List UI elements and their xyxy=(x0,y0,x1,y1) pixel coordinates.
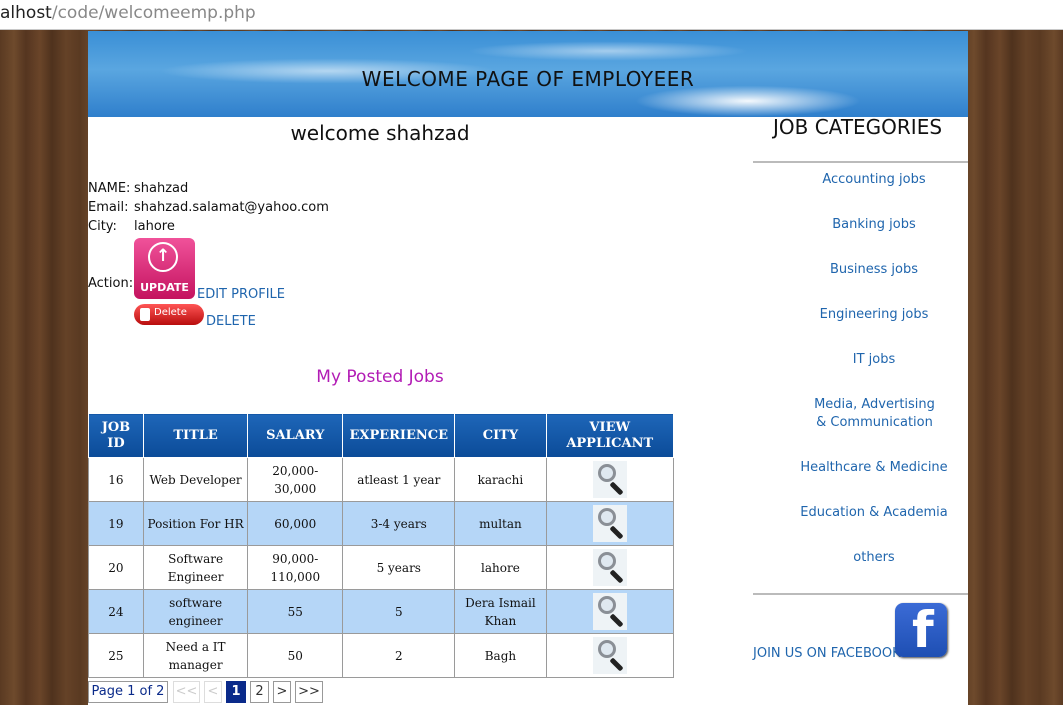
view-applicant-cell xyxy=(545,457,674,502)
page-2-button[interactable]: 2 xyxy=(250,681,269,703)
col-job-id: JOB ID xyxy=(88,413,144,458)
category-it[interactable]: IT jobs xyxy=(753,351,995,369)
name-label: NAME: xyxy=(88,181,131,196)
category-healthcare[interactable]: Healthcare & Medicine xyxy=(753,459,995,477)
category-business[interactable]: Business jobs xyxy=(753,261,995,279)
city-row: City: lahore xyxy=(88,219,175,234)
view-applicant-cell xyxy=(545,501,674,546)
job-city: Bagh xyxy=(454,633,547,678)
job-salary: 20,000-30,000 xyxy=(247,457,344,502)
welcome-prefix: welcome xyxy=(290,121,380,145)
job-id: 16 xyxy=(88,457,144,502)
col-title: TITLE xyxy=(142,413,249,458)
view-applicant-cell xyxy=(545,589,674,634)
prev-page-button[interactable]: < xyxy=(204,681,222,703)
job-salary: 50 xyxy=(247,633,344,678)
col-salary: SALARY xyxy=(247,413,344,458)
name-row: NAME: shahzad xyxy=(88,181,188,196)
table-header-row: JOB ID TITLE SALARY EXPERIENCE CITY VIEW… xyxy=(88,413,674,458)
view-applicant-cell xyxy=(545,633,674,678)
job-title: Software Engineer xyxy=(142,545,249,590)
table-row: 24 software engineer 55 5 Dera Ismail Kh… xyxy=(88,589,674,634)
table-row: 25 Need a IT manager 50 2 Bagh xyxy=(88,633,674,678)
job-experience: 3-4 years xyxy=(342,501,456,546)
facebook-icon[interactable]: f xyxy=(895,601,947,659)
next-page-button[interactable]: > xyxy=(273,681,291,703)
category-education[interactable]: Education & Academia xyxy=(753,504,995,522)
join-facebook-link[interactable]: JOIN US ON FACEBOOK xyxy=(753,646,901,661)
job-experience: 2 xyxy=(342,633,456,678)
page-info: Page 1 of 2 xyxy=(88,681,168,703)
delete-button-label: Delete xyxy=(154,307,187,318)
job-categories-title: JOB CATEGORIES xyxy=(773,115,943,139)
job-experience: 5 years xyxy=(342,545,456,590)
magnifier-icon[interactable] xyxy=(592,549,627,586)
email-value: shahzad.salamat@yahoo.com xyxy=(134,200,329,215)
table-row: 16 Web Developer 20,000-30,000 atleast 1… xyxy=(88,457,674,502)
job-city: Dera Ismail Khan xyxy=(454,589,547,634)
job-id: 24 xyxy=(88,589,144,634)
view-applicant-cell xyxy=(545,545,674,590)
job-id: 20 xyxy=(88,545,144,590)
trash-icon xyxy=(140,308,150,321)
job-city: karachi xyxy=(454,457,547,502)
edit-profile-link[interactable]: EDIT PROFILE xyxy=(197,287,285,302)
job-salary: 55 xyxy=(247,589,344,634)
city-label: City: xyxy=(88,219,117,234)
job-city: lahore xyxy=(454,545,547,590)
col-city: CITY xyxy=(454,413,547,458)
posted-jobs-table: JOB ID TITLE SALARY EXPERIENCE CITY VIEW… xyxy=(88,413,674,678)
table-row: 20 Software Engineer 90,000-110,000 5 ye… xyxy=(88,545,674,590)
job-salary: 90,000-110,000 xyxy=(247,545,344,590)
job-title: Web Developer xyxy=(142,457,249,502)
category-engineering[interactable]: Engineering jobs xyxy=(753,306,995,324)
job-title: Need a IT manager xyxy=(142,633,249,678)
delete-button[interactable]: Delete xyxy=(134,304,204,325)
email-label: Email: xyxy=(88,200,129,215)
magnifier-icon[interactable] xyxy=(592,461,627,498)
city-value: lahore xyxy=(134,219,175,234)
job-id: 25 xyxy=(88,633,144,678)
job-id: 19 xyxy=(88,501,144,546)
category-banking[interactable]: Banking jobs xyxy=(753,216,995,234)
delete-link[interactable]: DELETE xyxy=(206,314,256,329)
job-title: Position For HR xyxy=(142,501,249,546)
welcome-user-name: shahzad xyxy=(386,121,470,145)
col-experience: EXPERIENCE xyxy=(342,413,456,458)
job-experience: atleast 1 year xyxy=(342,457,456,502)
page-1-button[interactable]: 1 xyxy=(226,681,246,703)
update-button[interactable]: ↑ UPDATE xyxy=(134,238,195,299)
update-button-label: UPDATE xyxy=(140,281,189,294)
magnifier-icon[interactable] xyxy=(592,593,627,630)
job-title: software engineer xyxy=(142,589,249,634)
category-others[interactable]: others xyxy=(753,549,995,567)
divider xyxy=(753,593,968,595)
email-row: Email: shahzad.salamat@yahoo.com xyxy=(88,200,329,215)
category-media[interactable]: Media, Advertising & Communication xyxy=(813,396,936,432)
job-city: multan xyxy=(454,501,547,546)
welcome-heading: welcome shahzad xyxy=(88,121,672,145)
magnifier-icon[interactable] xyxy=(592,505,627,542)
job-salary: 60,000 xyxy=(247,501,344,546)
magnifier-icon[interactable] xyxy=(592,637,627,674)
table-row: 19 Position For HR 60,000 3-4 years mult… xyxy=(88,501,674,546)
name-value: shahzad xyxy=(134,181,189,196)
first-page-button[interactable]: << xyxy=(173,681,200,703)
arrow-up-icon: ↑ xyxy=(156,246,171,266)
posted-jobs-title: My Posted Jobs xyxy=(316,367,444,387)
url-path: /code/welcomeemp.php xyxy=(51,3,256,23)
col-view-applicant: VIEW APPLICANT xyxy=(545,413,674,458)
browser-address-bar[interactable]: alhost/code/welcomeemp.php xyxy=(0,0,1063,30)
page-container: WELCOME PAGE OF EMPLOYEER welcome shahza… xyxy=(88,31,968,705)
divider xyxy=(753,161,968,163)
job-categories-sidebar: JOB CATEGORIES Accounting jobs Banking j… xyxy=(753,31,968,705)
category-accounting[interactable]: Accounting jobs xyxy=(753,171,995,189)
action-label: Action: xyxy=(88,276,134,291)
job-experience: 5 xyxy=(342,589,456,634)
last-page-button[interactable]: >> xyxy=(295,681,323,703)
url-host: alhost xyxy=(0,3,52,23)
